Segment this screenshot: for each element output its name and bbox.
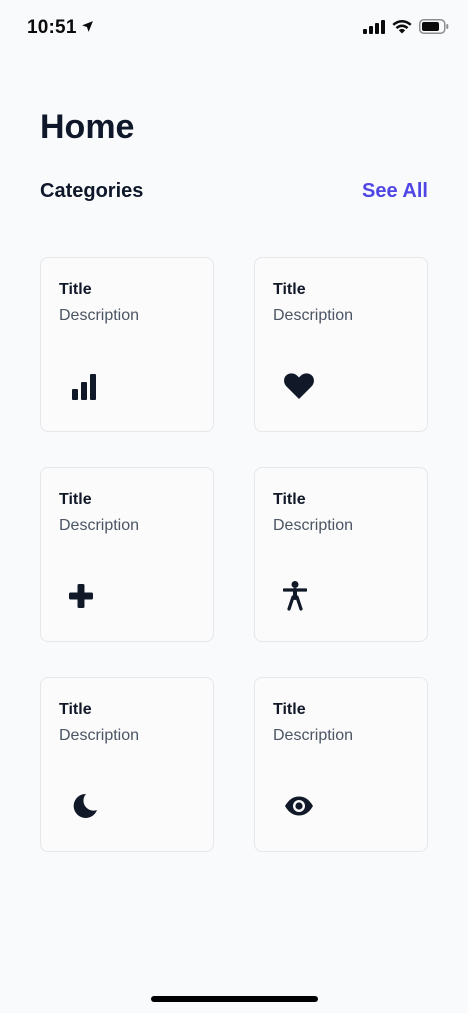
card-title: Title [59,701,92,718]
card-description: Description [273,727,354,744]
location-arrow-icon [81,17,94,39]
card-description: Description [273,307,354,324]
card-description: Description [59,727,140,744]
section-title: Categories [40,180,144,202]
category-card[interactable]: Title Description [254,677,428,852]
card-description: Description [273,517,354,534]
category-card[interactable]: Title Description [254,257,428,432]
home-indicator[interactable] [151,996,318,1002]
card-title: Title [273,281,306,298]
accessibility-icon [279,580,311,612]
moon-icon [69,790,101,822]
eye-icon [283,790,315,822]
category-card[interactable]: Title Description [40,467,214,642]
heart-icon [283,370,315,402]
card-title: Title [273,491,306,508]
battery-icon [419,19,449,39]
category-card[interactable]: Title Description [40,677,214,852]
card-description: Description [59,517,140,534]
status-time: 10:51 [27,17,77,38]
screen: 10:51 Home Categories See All Title Desc… [0,0,468,1013]
cellular-signal-icon [363,19,385,39]
card-description: Description [59,307,140,324]
card-title: Title [59,491,92,508]
bar-chart-icon [69,370,101,402]
see-all-link[interactable]: See All [362,180,428,203]
status-time-group: 10:51 [27,17,94,39]
status-icons [363,19,449,39]
category-card[interactable]: Title Description [40,257,214,432]
category-card[interactable]: Title Description [254,467,428,642]
section-header: Categories See All [40,180,428,203]
wifi-icon [392,19,412,39]
plus-icon [65,580,97,612]
card-title: Title [59,281,92,298]
card-title: Title [273,701,306,718]
page-title: Home [40,108,135,146]
status-bar: 10:51 [0,0,468,58]
